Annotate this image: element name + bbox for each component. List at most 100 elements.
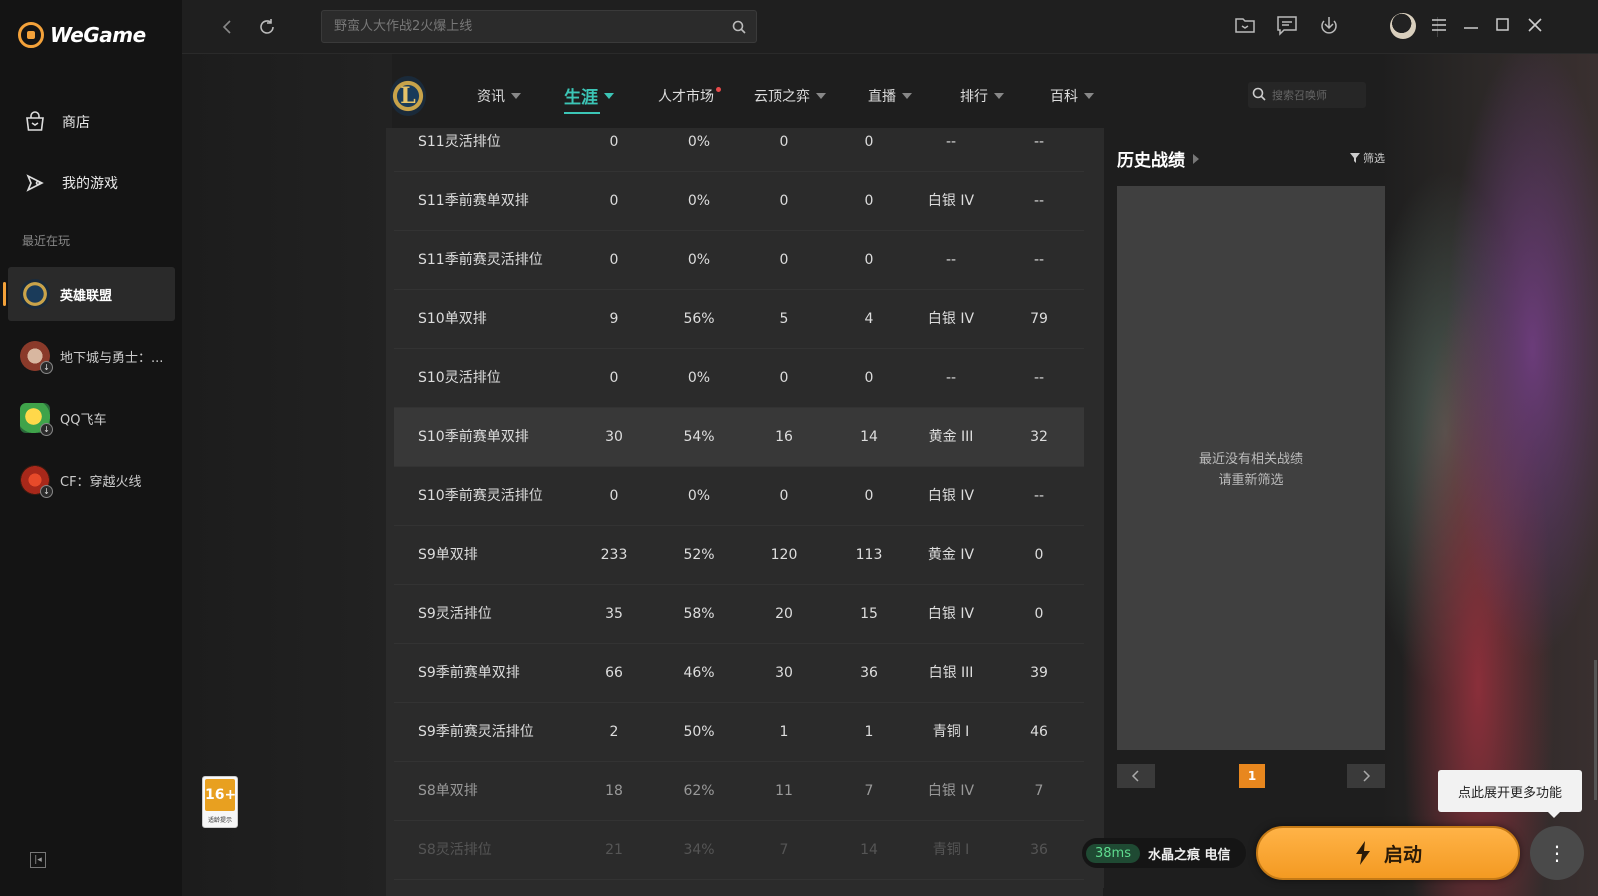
global-search-input[interactable]	[322, 11, 756, 42]
global-search	[321, 10, 757, 43]
tab-ranking[interactable]: 排行	[960, 86, 1004, 106]
chevron-down-icon	[604, 92, 614, 99]
stat-cell: 21	[605, 842, 623, 858]
stat-cell: 0	[779, 193, 789, 209]
download-icon: ↓	[40, 485, 53, 498]
page-number[interactable]: 1	[1239, 764, 1265, 788]
search-icon[interactable]	[732, 19, 746, 38]
stat-cell: 1	[864, 724, 874, 740]
queue-name-cell: S10单双排	[418, 311, 487, 327]
age-rating-sub: 适龄提示	[207, 817, 232, 824]
chevron-right-icon	[1363, 770, 1371, 782]
sidebar-game-qqspeed[interactable]: ↓ QQ飞车	[8, 391, 175, 445]
stat-cell: 白银 IV	[927, 193, 975, 209]
tab-live-label: 直播	[868, 89, 896, 105]
table-row: S9单双排 233 52% 120 113 黄金 IV 0	[394, 526, 1084, 585]
tab-talent-market[interactable]: 人才市场	[658, 86, 725, 106]
table-row: S11季前赛单双排 0 0% 0 0 白银 IV --	[394, 172, 1084, 231]
match-history-panel: 历史战绩 筛选 最近没有相关战绩 请重新筛选 1	[1117, 138, 1385, 798]
queue-name-cell: S9季前赛单双排	[418, 665, 520, 681]
stat-cell: 9	[609, 311, 619, 327]
tab-talent-market-label: 人才市场	[658, 89, 714, 105]
nav-store-label: 商店	[62, 115, 90, 131]
sidebar-game-lol[interactable]: 英雄联盟	[3, 267, 175, 321]
nav-store[interactable]: 商店	[22, 109, 90, 135]
launch-button[interactable]: 启动	[1256, 826, 1520, 880]
page-scrollbar[interactable]	[1594, 660, 1597, 800]
sidebar: WeGame 商店 我的游戏 最近在玩 英雄联盟 ↓ 地下城与勇士：... ↓ …	[0, 0, 182, 896]
sidebar-game-dnf[interactable]: ↓ 地下城与勇士：...	[8, 329, 175, 383]
wegame-logo[interactable]: WeGame	[18, 22, 146, 48]
filter-icon	[1350, 153, 1360, 163]
stat-cell: --	[1033, 370, 1045, 386]
chevron-down-icon	[994, 93, 1004, 99]
download-manager-icon[interactable]	[1318, 14, 1340, 40]
stat-cell: 4	[864, 311, 874, 327]
chevron-left-icon	[1131, 770, 1139, 782]
age-rating-badge[interactable]: 16+ 适龄提示	[202, 776, 238, 828]
queue-name-cell: S11季前赛灵活排位	[418, 252, 543, 268]
summoner-search-input[interactable]	[1272, 88, 1362, 102]
stat-cell: 36	[860, 665, 878, 681]
stat-cell: 白银 IV	[927, 606, 975, 622]
stat-cell: 0	[609, 252, 619, 268]
table-row: S11灵活排位 0 0% 0 0 -- --	[394, 128, 1084, 172]
stat-cell: 黄金 III	[928, 429, 974, 445]
server-selector[interactable]: 38ms 水晶之痕 电信	[1082, 838, 1246, 868]
minimize-icon[interactable]	[1462, 14, 1480, 40]
table-row: S10季前赛灵活排位 0 0% 0 0 白银 IV --	[394, 467, 1084, 526]
stat-cell: 14	[860, 429, 878, 445]
stat-cell: 46%	[683, 665, 715, 681]
back-arrow-icon[interactable]	[214, 14, 240, 40]
queue-name-cell: S10灵活排位	[418, 370, 501, 386]
close-icon[interactable]	[1526, 14, 1544, 40]
nav-my-games[interactable]: 我的游戏	[22, 170, 118, 196]
menu-icon[interactable]	[1430, 14, 1448, 40]
prev-page-button[interactable]	[1117, 764, 1155, 788]
stat-cell: 2	[609, 724, 619, 740]
table-row: S11季前赛灵活排位 0 0% 0 0 -- --	[394, 231, 1084, 290]
tab-tft[interactable]: 云顶之弈	[754, 86, 826, 106]
stat-cell: 0	[864, 252, 874, 268]
table-row: S10季前赛单双排 30 54% 16 14 黄金 III 32	[394, 408, 1084, 467]
sidebar-game-cf[interactable]: ↓ CF：穿越火线	[8, 453, 175, 507]
stat-cell: 32	[1030, 429, 1048, 445]
maximize-icon[interactable]	[1494, 14, 1512, 40]
table-scrollbar[interactable]	[1100, 128, 1104, 888]
stat-cell: 5	[779, 311, 789, 327]
stat-cell: 54%	[683, 429, 715, 445]
stat-cell: 0	[609, 488, 619, 504]
stat-cell: 0%	[687, 134, 711, 150]
lol-logo[interactable]: L	[390, 76, 426, 116]
search-icon[interactable]	[1252, 86, 1266, 105]
stat-cell: 0	[779, 252, 789, 268]
stat-cell: 50%	[683, 724, 715, 740]
tab-wiki[interactable]: 百科	[1050, 86, 1094, 106]
table-row: S10单双排 9 56% 5 4 白银 IV 79	[394, 290, 1084, 349]
filter-button[interactable]: 筛选	[1350, 150, 1385, 166]
table-row: S9季前赛单双排 66 46% 30 36 白银 III 39	[394, 644, 1084, 703]
tab-news[interactable]: 资讯	[477, 86, 521, 106]
tab-career[interactable]: 生涯	[564, 83, 614, 114]
tab-live[interactable]: 直播	[868, 86, 912, 106]
chevron-right-icon	[1193, 153, 1199, 164]
more-options-button[interactable]: ⋮	[1530, 826, 1584, 880]
recent-games-heading: 最近在玩	[22, 234, 71, 248]
folder-icon[interactable]	[1234, 14, 1256, 40]
stat-cell: 0	[864, 193, 874, 209]
stat-cell: 16	[775, 429, 793, 445]
match-history-list: 最近没有相关战绩 请重新筛选	[1117, 186, 1385, 750]
stat-cell: 0%	[687, 370, 711, 386]
user-avatar[interactable]	[1390, 13, 1416, 39]
refresh-icon[interactable]	[254, 14, 280, 40]
queue-name-cell: S10季前赛单双排	[418, 429, 529, 445]
queue-name-cell: S9季前赛灵活排位	[418, 724, 534, 740]
stat-cell: 20	[775, 606, 793, 622]
message-icon[interactable]	[1276, 14, 1298, 40]
stat-cell: 0	[864, 134, 874, 150]
collapse-sidebar-icon[interactable]: |◂	[30, 852, 46, 868]
cf-game-icon: ↓	[20, 465, 53, 498]
next-page-button[interactable]	[1347, 764, 1385, 788]
match-history-title[interactable]: 历史战绩	[1117, 146, 1199, 171]
stat-cell: --	[1033, 488, 1045, 504]
